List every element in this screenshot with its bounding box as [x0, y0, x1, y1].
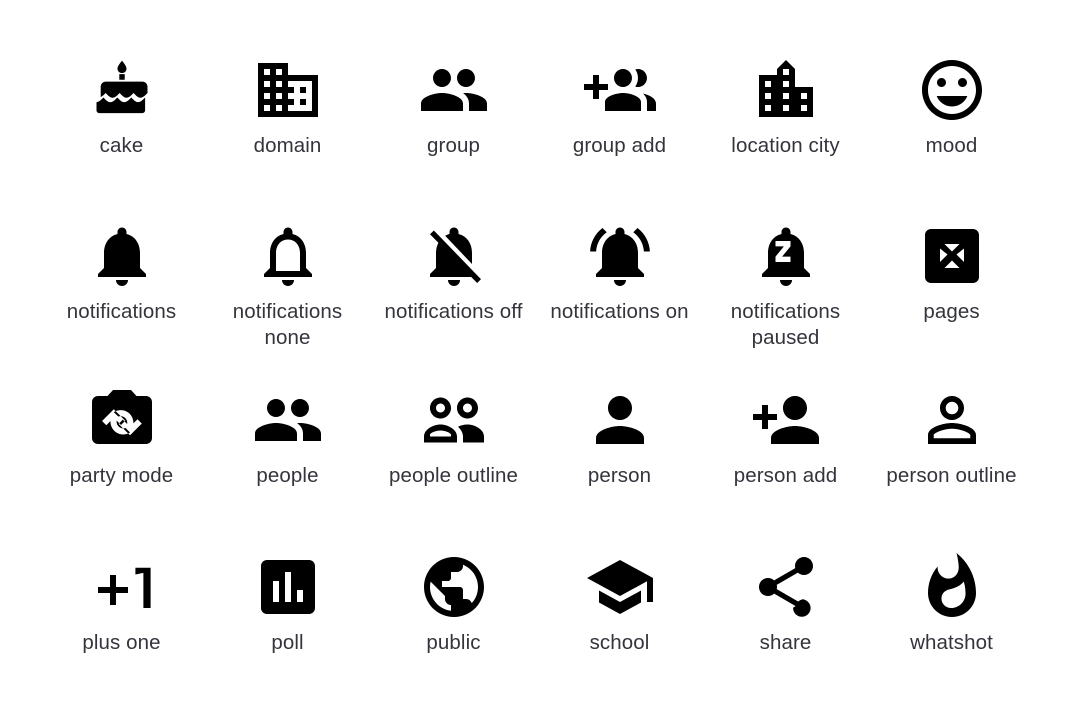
icon-cell-group[interactable]: group	[371, 30, 537, 200]
icon-label: notifications off	[384, 300, 523, 323]
mood-icon	[916, 54, 988, 126]
icon-label: notifications none	[232, 300, 343, 349]
icon-label: public	[426, 631, 481, 654]
poll-icon	[252, 551, 324, 623]
icon-cell-notifications-off[interactable]: notifications off	[371, 200, 537, 370]
whatshot-icon	[916, 551, 988, 623]
icon-label: cake	[99, 134, 144, 157]
icon-cell-person-outline[interactable]: person outline	[869, 370, 1035, 535]
location-city-icon	[750, 54, 822, 126]
person-add-icon	[750, 384, 822, 456]
icon-label: notifications on	[550, 300, 689, 323]
public-icon	[418, 551, 490, 623]
icon-label: group	[427, 134, 480, 157]
icon-cell-group-add[interactable]: group add	[537, 30, 703, 200]
icon-label: mood	[925, 134, 978, 157]
icon-cell-pages[interactable]: pages	[869, 200, 1035, 370]
group-icon	[418, 54, 490, 126]
school-icon	[584, 551, 656, 623]
icon-cell-domain[interactable]: domain	[205, 30, 371, 200]
icon-cell-cake[interactable]: cake	[39, 30, 205, 200]
icon-cell-share[interactable]: share	[703, 535, 869, 703]
group-add-icon	[583, 54, 656, 126]
share-icon	[750, 551, 822, 623]
icon-cell-poll[interactable]: poll	[205, 535, 371, 703]
icon-grid: cake domain group group add location cit…	[0, 0, 1073, 703]
notifications-icon	[86, 220, 158, 292]
icon-cell-people-outline[interactable]: people outline	[371, 370, 537, 535]
icon-label: person add	[733, 464, 838, 487]
icon-label: person outline	[886, 464, 1017, 487]
icon-cell-person[interactable]: person	[537, 370, 703, 535]
pages-icon	[916, 220, 988, 292]
people-icon	[252, 384, 324, 456]
icon-cell-public[interactable]: public	[371, 535, 537, 703]
cake-icon	[86, 54, 158, 126]
plus-one-icon	[86, 551, 158, 623]
icon-label: people	[256, 464, 319, 487]
icon-label: location city	[731, 134, 840, 157]
icon-label: poll	[271, 631, 304, 654]
icon-cell-mood[interactable]: mood	[869, 30, 1035, 200]
icon-cell-school[interactable]: school	[537, 535, 703, 703]
person-icon	[584, 384, 656, 456]
person-outline-icon	[916, 384, 988, 456]
icon-label: pages	[923, 300, 980, 323]
notifications-paused-icon	[750, 220, 822, 292]
icon-cell-notifications-paused[interactable]: notifications paused	[703, 200, 869, 370]
icon-label: notifications paused	[730, 300, 841, 349]
icon-label: notifications	[66, 300, 177, 323]
notifications-off-icon	[418, 220, 490, 292]
icon-label: plus one	[82, 631, 161, 654]
icon-cell-party-mode[interactable]: party mode	[39, 370, 205, 535]
icon-cell-whatshot[interactable]: whatshot	[869, 535, 1035, 703]
icon-label: party mode	[69, 464, 174, 487]
icon-label: people outline	[388, 464, 519, 487]
icon-label: group add	[572, 134, 667, 157]
icon-label: share	[759, 631, 812, 654]
icon-label: person	[587, 464, 652, 487]
icon-cell-plus-one[interactable]: plus one	[39, 535, 205, 703]
icon-label: whatshot	[910, 631, 993, 654]
icon-cell-notifications-none[interactable]: notifications none	[205, 200, 371, 370]
people-outline-icon	[418, 384, 490, 456]
icon-cell-people[interactable]: people	[205, 370, 371, 535]
notifications-on-icon	[584, 220, 656, 292]
icon-cell-notifications[interactable]: notifications	[39, 200, 205, 370]
domain-icon	[252, 54, 324, 126]
icon-cell-person-add[interactable]: person add	[703, 370, 869, 535]
icon-label: school	[589, 631, 650, 654]
party-mode-icon	[86, 384, 158, 456]
icon-label: domain	[253, 134, 322, 157]
icon-cell-location-city[interactable]: location city	[703, 30, 869, 200]
notifications-none-icon	[252, 220, 324, 292]
icon-cell-notifications-on[interactable]: notifications on	[537, 200, 703, 370]
